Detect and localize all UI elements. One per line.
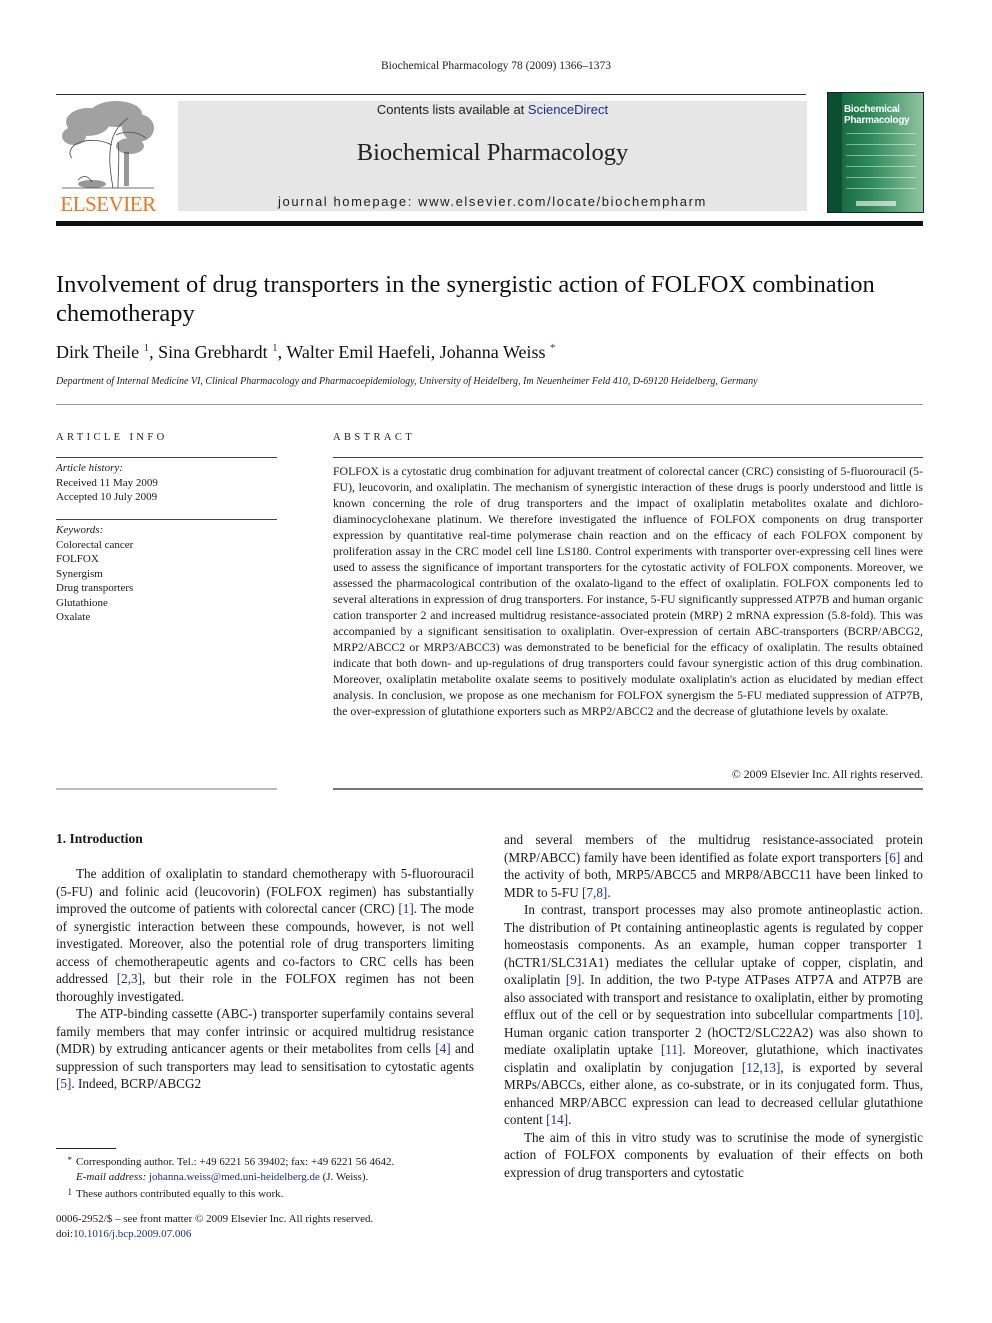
- footnotes: * Corresponding author. Tel.: +49 6221 56…: [56, 1153, 476, 1202]
- author[interactable]: Sina Grebhardt: [158, 342, 267, 362]
- footnote-rule: [56, 1148, 116, 1149]
- abstract-copyright: © 2009 Elsevier Inc. All rights reserved…: [731, 767, 923, 781]
- citation-link[interactable]: [10]: [898, 1007, 920, 1022]
- author[interactable]: Johanna Weiss: [440, 342, 546, 362]
- keyword: Drug transporters: [56, 582, 134, 594]
- history-label: Article history:: [56, 462, 123, 474]
- masthead-thick-rule: [56, 221, 923, 226]
- corresponding-mark: *: [67, 1155, 73, 1165]
- paragraph: In contrast, transport processes may als…: [504, 902, 923, 1127]
- corresponding-text: Corresponding author. Tel.: +49 6221 56 …: [76, 1156, 395, 1168]
- abstract-rule: [333, 457, 923, 458]
- email-suffix: (J. Weiss).: [319, 1171, 369, 1183]
- citation-link[interactable]: [4]: [435, 1041, 450, 1056]
- paragraph: and several members of the multidrug res…: [504, 832, 923, 900]
- paragraph: The ATP-binding cassette (ABC-) transpor…: [56, 1006, 474, 1091]
- abstract-bottom-rule: [333, 788, 923, 790]
- doi-prefix: doi:: [56, 1228, 74, 1240]
- abstract-text: FOLFOX is a cytostatic drug combination …: [333, 464, 923, 718]
- received-date: Received 11 May 2009: [56, 476, 158, 489]
- citation-link[interactable]: [7,8]: [582, 885, 607, 900]
- corresponding-author-mark[interactable]: *: [550, 342, 556, 354]
- citation-link[interactable]: [5]: [56, 1076, 71, 1091]
- citation-link[interactable]: [9]: [566, 972, 581, 987]
- keyword: Colorectal cancer: [56, 538, 134, 551]
- keyword: FOLFOX: [56, 553, 99, 565]
- doi-link[interactable]: 10.1016/j.bcp.2009.07.006: [73, 1228, 191, 1240]
- doi-line: doi:10.1016/j.bcp.2009.07.006: [56, 1227, 373, 1242]
- equal-contribution-footnote: 1 These authors contributed equally to th…: [56, 1185, 476, 1202]
- article-info-bottom-rule: [56, 788, 277, 790]
- equal-text: These authors contributed equally to thi…: [76, 1188, 284, 1200]
- cover-decoration: [846, 133, 916, 199]
- running-head: Biochemical Pharmacology 78 (2009) 1366–…: [381, 60, 611, 72]
- keywords-block: Keywords: Colorectal cancer FOLFOX Syner…: [56, 523, 133, 625]
- article-info-heading: ARTICLE INFO: [56, 432, 168, 443]
- citation-link[interactable]: [11]: [661, 1042, 682, 1057]
- author-list: Dirk Theile 1, Sina Grebhardt 1, Walter …: [56, 342, 556, 362]
- paragraph: The addition of oxaliplatin to standard …: [56, 866, 474, 1004]
- keywords-rule: [56, 519, 277, 520]
- citation-link[interactable]: [1]: [398, 901, 413, 916]
- body-column-right: and several members of the multidrug res…: [504, 831, 923, 1181]
- abstract-heading: ABSTRACT: [333, 432, 416, 443]
- sciencedirect-link[interactable]: ScienceDirect: [528, 102, 608, 117]
- email-footnote: E-mail address: johanna.weiss@med.uni-he…: [56, 1170, 476, 1185]
- article-title: Involvement of drug transporters in the …: [56, 271, 875, 327]
- journal-title: Biochemical Pharmacology: [356, 139, 629, 166]
- article-info-rule: [56, 457, 277, 458]
- citation-link[interactable]: [6]: [885, 850, 900, 865]
- journal-cover-image[interactable]: Biochemical Pharmacology: [827, 92, 924, 213]
- journal-homepage-link[interactable]: journal homepage: www.elsevier.com/locat…: [178, 194, 807, 209]
- cover-title: Biochemical Pharmacology: [844, 104, 910, 126]
- equal-mark: 1: [67, 1187, 73, 1197]
- email-label: E-mail address:: [76, 1171, 147, 1183]
- author[interactable]: Dirk Theile: [56, 342, 139, 362]
- section-heading-introduction: 1. Introduction: [56, 831, 143, 846]
- cover-title-line-1: Biochemical: [844, 104, 900, 115]
- masthead-top-rule: [56, 94, 806, 95]
- keyword: Synergism: [56, 567, 103, 580]
- title-block-rule: [56, 404, 923, 405]
- paragraph: The aim of this in vitro study was to sc…: [504, 1129, 923, 1180]
- accepted-date: Accepted 10 July 2009: [56, 491, 158, 503]
- contents-line: Contents lists available at ScienceDirec…: [178, 102, 807, 117]
- elsevier-tree-icon: [62, 101, 154, 189]
- cover-publisher-mark: [856, 201, 896, 206]
- citation-link[interactable]: [2,3]: [117, 971, 142, 986]
- citation-link[interactable]: [14]: [546, 1112, 568, 1127]
- keywords-label: Keywords:: [56, 524, 104, 536]
- cover-title-line-2: Pharmacology: [844, 115, 910, 126]
- citation-link[interactable]: [12,13]: [742, 1060, 780, 1075]
- keyword: Oxalate: [56, 611, 91, 623]
- cover-strip: [828, 93, 842, 212]
- corresponding-footnote: * Corresponding author. Tel.: +49 6221 56…: [56, 1153, 476, 1170]
- front-matter: 0006-2952/$ – see front matter © 2009 El…: [56, 1212, 373, 1242]
- article-history: Article history: Received 11 May 2009 Ac…: [56, 461, 158, 505]
- contents-prefix: Contents lists available at: [376, 102, 528, 117]
- issn-line: 0006-2952/$ – see front matter © 2009 El…: [56, 1213, 374, 1225]
- body-column-left: The addition of oxaliplatin to standard …: [56, 865, 474, 1093]
- keyword: Glutathione: [56, 596, 108, 609]
- journal-banner: Contents lists available at ScienceDirec…: [178, 101, 807, 211]
- elsevier-wordmark: ELSEVIER: [60, 192, 156, 216]
- author[interactable]: Walter Emil Haefeli: [286, 342, 430, 362]
- email-link[interactable]: johanna.weiss@med.uni-heidelberg.de: [149, 1171, 320, 1183]
- elsevier-logo[interactable]: ELSEVIER: [56, 100, 160, 216]
- affiliation: Department of Internal Medicine VI, Clin…: [56, 376, 758, 387]
